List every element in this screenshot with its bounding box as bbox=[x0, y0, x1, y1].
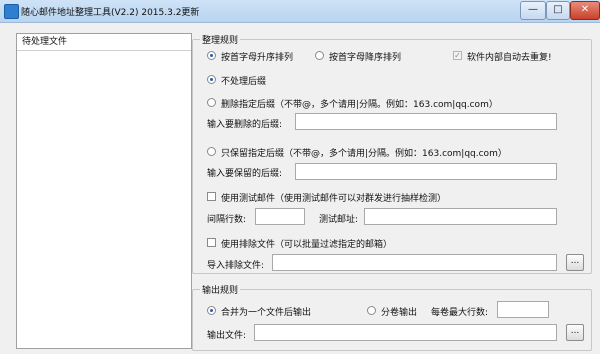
sort-desc-label[interactable]: 按首字母降序排列 bbox=[329, 50, 401, 63]
window-title: 随心邮件地址整理工具(V2.2) 2015.3.2更新 bbox=[21, 8, 200, 18]
close-button[interactable]: ✕ bbox=[570, 1, 600, 20]
use-exclude-file-checkbox[interactable] bbox=[207, 238, 216, 247]
auto-dedupe-label: 软件内部自动去重复! bbox=[467, 53, 552, 63]
rules-group-title: 整理规则 bbox=[200, 33, 241, 46]
keep-suffix-label[interactable]: 只保留指定后缀（不带@，多个请用|分隔。例如：163.com|qq.com） bbox=[221, 146, 507, 159]
keep-suffix-input-label: 输入要保留的后缀: bbox=[207, 169, 283, 179]
no-suffix-radio[interactable] bbox=[207, 75, 216, 84]
pending-files-header: 待处理文件 bbox=[17, 34, 191, 51]
maximize-button[interactable]: □ bbox=[546, 1, 570, 20]
minimize-button[interactable]: — bbox=[520, 1, 546, 20]
output-group-title: 输出规则 bbox=[200, 283, 241, 296]
close-icon: ✕ bbox=[580, 4, 590, 15]
merge-output-radio[interactable] bbox=[207, 306, 216, 315]
interval-input[interactable] bbox=[255, 208, 305, 225]
maximize-icon: □ bbox=[553, 4, 563, 15]
use-test-email-label[interactable]: 使用测试邮件（使用测试邮件可以对群发进行抽样检测） bbox=[221, 191, 446, 204]
use-test-email-checkbox[interactable] bbox=[207, 192, 216, 201]
sort-desc-radio[interactable] bbox=[315, 51, 324, 60]
output-group: 输出规则 合并为一个文件后输出 分卷输出 每卷最大行数: 输出文件: ... bbox=[192, 283, 592, 351]
keep-suffix-radio[interactable] bbox=[207, 147, 216, 156]
keep-suffix-input[interactable] bbox=[295, 163, 557, 180]
split-output-label[interactable]: 分卷输出 bbox=[381, 305, 417, 318]
import-exclude-browse-button[interactable]: ... bbox=[566, 254, 584, 271]
sort-asc-radio[interactable] bbox=[207, 51, 216, 60]
auto-dedupe-checkbox: ✓ bbox=[453, 51, 462, 60]
max-lines-input[interactable] bbox=[497, 301, 549, 318]
output-file-label: 输出文件: bbox=[207, 331, 247, 341]
interval-label: 间隔行数: bbox=[207, 215, 247, 225]
title-bar: 随心邮件地址整理工具(V2.2) 2015.3.2更新 — □ ✕ bbox=[0, 0, 600, 23]
split-output-radio[interactable] bbox=[367, 306, 376, 315]
sort-asc-label[interactable]: 按首字母升序排列 bbox=[221, 50, 293, 63]
merge-output-label[interactable]: 合并为一个文件后输出 bbox=[221, 305, 311, 318]
rules-group: 整理规则 按首字母升序排列 按首字母降序排列 ✓ 软件内部自动去重复! 不处理后… bbox=[192, 33, 592, 274]
delete-suffix-label[interactable]: 删除指定后缀（不带@，多个请用|分隔。例如：163.com|qq.com） bbox=[221, 97, 498, 110]
test-email-input[interactable] bbox=[364, 208, 557, 225]
output-file-browse-button[interactable]: ... bbox=[566, 324, 584, 341]
delete-suffix-input[interactable] bbox=[295, 113, 557, 130]
no-suffix-label[interactable]: 不处理后缀 bbox=[221, 74, 266, 87]
use-exclude-file-label[interactable]: 使用排除文件（可以批量过滤指定的邮箱） bbox=[221, 237, 392, 250]
import-exclude-input[interactable] bbox=[272, 254, 557, 271]
pending-files-list[interactable]: 待处理文件 bbox=[16, 33, 192, 349]
delete-suffix-radio[interactable] bbox=[207, 98, 216, 107]
delete-suffix-input-label: 输入要删除的后缀: bbox=[207, 120, 283, 130]
app-icon bbox=[4, 4, 19, 19]
minimize-icon: — bbox=[528, 4, 538, 15]
output-file-input[interactable] bbox=[254, 324, 557, 341]
import-exclude-label: 导入排除文件: bbox=[207, 261, 265, 271]
test-email-label: 测试邮址: bbox=[319, 215, 359, 225]
max-lines-label: 每卷最大行数: bbox=[431, 308, 489, 318]
